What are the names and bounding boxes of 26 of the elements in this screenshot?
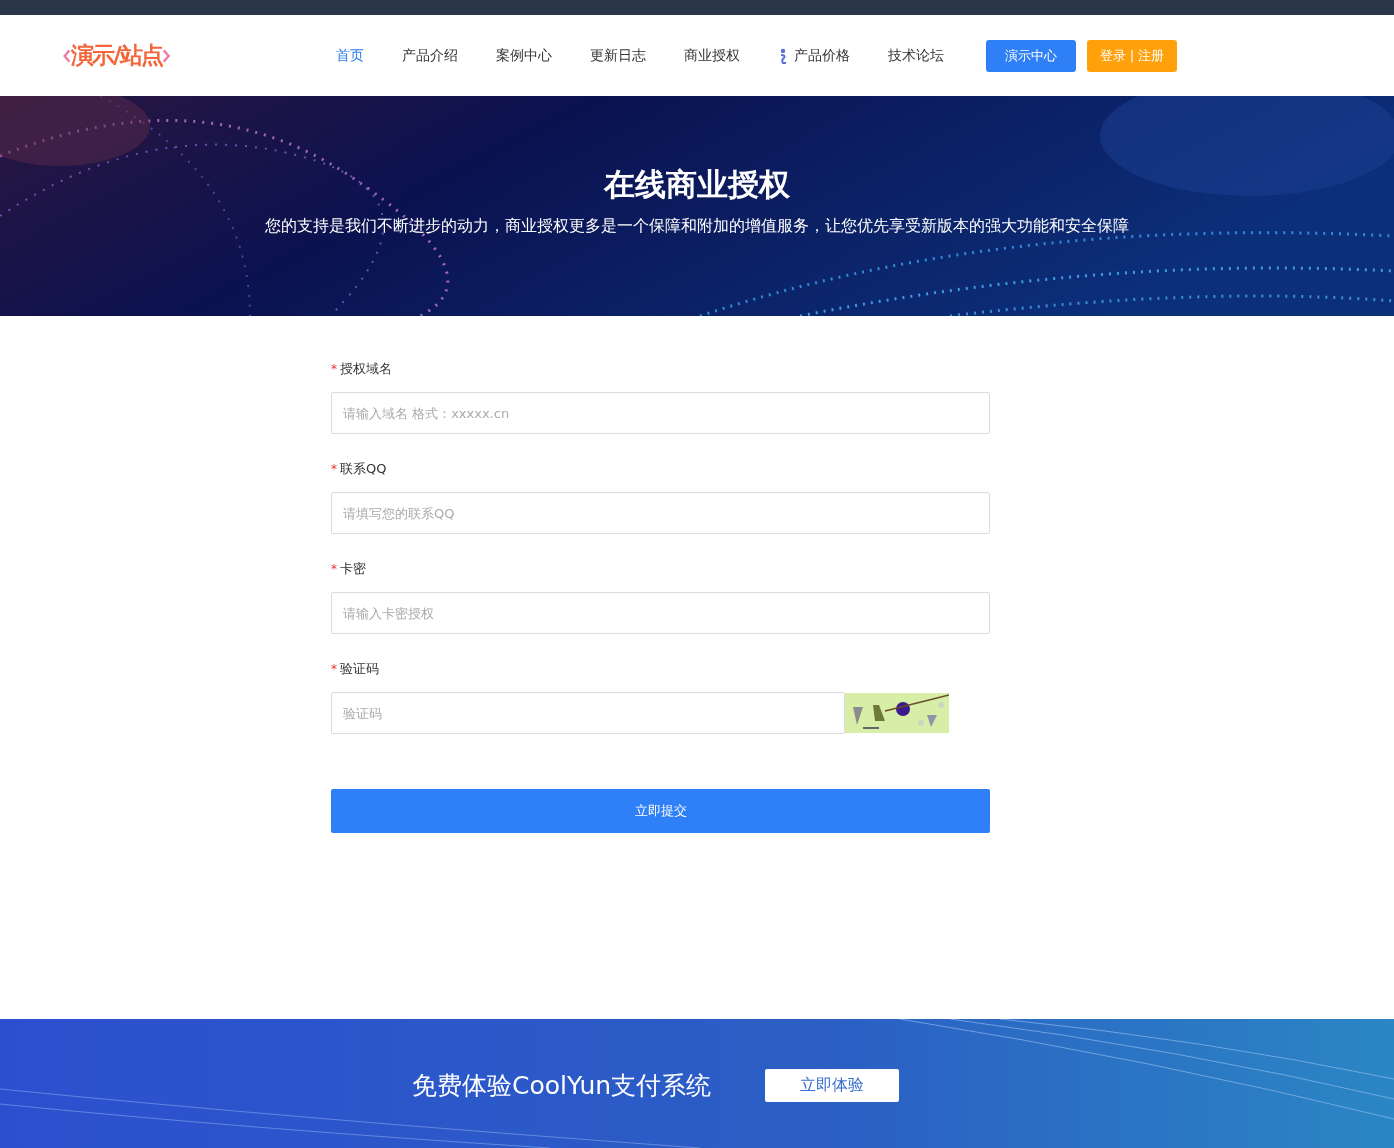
- submit-button[interactable]: 立即提交: [331, 789, 990, 833]
- hero-subtitle: 您的支持是我们不断进步的动力，商业授权更多是一个保障和附加的增值服务，让您优先享受新版本的强大功能和安全保障: [264, 215, 1130, 237]
- hero-title: 在线商业授权: [602, 165, 791, 204]
- header-button[interactable]: 演示中心: [986, 39, 1076, 72]
- nav-link[interactable]: 更新日志: [590, 46, 646, 65]
- input-field[interactable]: 请输入域名 格式：xxxxx.cn: [331, 392, 990, 434]
- trial-button[interactable]: 立即体验: [765, 1069, 900, 1102]
- input-field[interactable]: 请填写您的联系QQ: [331, 492, 990, 534]
- field-label: 验证码: [340, 660, 379, 678]
- required-mark: *: [331, 662, 337, 676]
- banner-text: 免费体验CoolYun支付系统: [412, 1070, 712, 1102]
- nav-link[interactable]: 案例中心: [496, 46, 552, 65]
- nav-link[interactable]: 首页: [336, 46, 364, 65]
- nav-link[interactable]: 商业授权: [684, 46, 740, 65]
- nav-link[interactable]: 产品介绍: [402, 46, 458, 65]
- input-field[interactable]: 验证码: [331, 692, 845, 734]
- required-mark: *: [331, 562, 337, 576]
- input-field[interactable]: 请输入卡密授权: [331, 592, 990, 634]
- nav-link[interactable]: 技术论坛: [888, 46, 944, 65]
- field-label: 卡密: [340, 560, 366, 578]
- nav-link[interactable]: 产品价格: [778, 46, 850, 65]
- required-mark: *: [331, 362, 337, 376]
- figure-icon: [778, 47, 788, 64]
- field-label: 联系QQ: [340, 460, 387, 478]
- field-label: 授权域名: [340, 360, 392, 378]
- required-mark: *: [331, 462, 337, 476]
